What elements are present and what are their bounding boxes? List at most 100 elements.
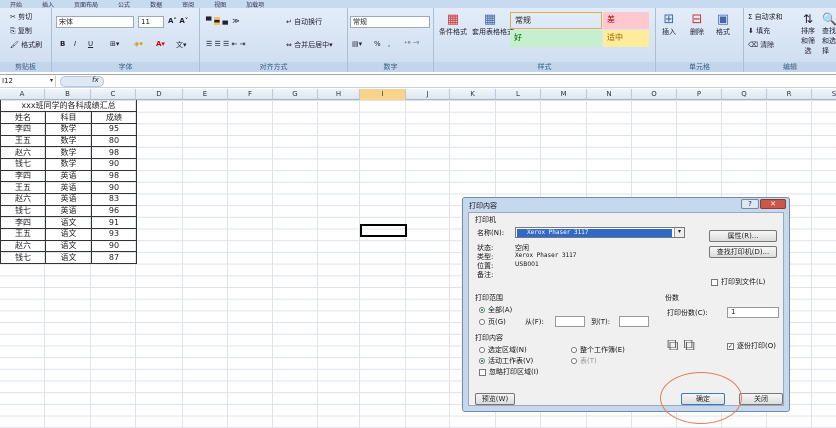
- name-cell[interactable]: 李四: [0, 169, 46, 183]
- print-to-file-checkbox[interactable]: 打印到文件(L): [711, 277, 765, 287]
- percent-button[interactable]: %: [374, 40, 381, 48]
- all-radio[interactable]: 全部(A): [479, 305, 512, 315]
- phonetic-icon[interactable]: 文▾: [176, 40, 187, 50]
- subject-cell[interactable]: 语文: [45, 228, 92, 241]
- score-cell[interactable]: 90: [91, 181, 137, 194]
- cancel-button[interactable]: 关闭: [739, 393, 783, 405]
- score-cell[interactable]: 90: [91, 157, 137, 171]
- name-cell[interactable]: 李四: [0, 216, 46, 230]
- sort-filter-button[interactable]: ⇅ 排序和筛选: [798, 12, 818, 56]
- score-cell[interactable]: 80: [91, 134, 137, 148]
- fill-button[interactable]: ⬇ 填充: [748, 26, 770, 36]
- score-cell[interactable]: 87: [91, 251, 137, 265]
- column-header-I[interactable]: I: [360, 89, 406, 100]
- column-header-J[interactable]: J: [406, 89, 450, 100]
- column-header-S[interactable]: S: [812, 89, 836, 100]
- fx-button[interactable]: fx: [92, 76, 99, 84]
- border-icon[interactable]: ⊞▾: [110, 40, 119, 48]
- table-radio[interactable]: 表(T): [571, 356, 597, 366]
- style-good[interactable]: 好: [510, 30, 602, 47]
- subject-cell[interactable]: 英语: [45, 193, 92, 206]
- score-cell[interactable]: 95: [91, 122, 137, 136]
- subject-cell[interactable]: 数学: [45, 122, 92, 136]
- column-header-L[interactable]: L: [496, 89, 541, 100]
- format-as-table-button[interactable]: ▦ 套用表格格式: [472, 12, 514, 37]
- find-select-button[interactable]: 🔍 查找和选择: [822, 12, 836, 56]
- align-horizontal-icons[interactable]: ☰ ☰ ☰ ⇤ ⇥: [206, 40, 245, 48]
- font-name-select[interactable]: 宋体: [56, 16, 134, 28]
- wrap-text-button[interactable]: ↵ 自动换行: [286, 17, 322, 27]
- active-cell[interactable]: [360, 224, 407, 237]
- style-bad[interactable]: 差: [603, 12, 649, 29]
- delete-cells-button[interactable]: ⊟ 删除: [690, 12, 704, 37]
- align-top-icons[interactable]: ▀ ▬ ▄ ≫: [206, 17, 240, 25]
- header-score[interactable]: 成绩: [91, 111, 137, 124]
- format-painter-button[interactable]: 🖌 格式刷: [10, 40, 42, 50]
- subject-cell[interactable]: 数学: [45, 134, 92, 148]
- subject-cell[interactable]: 数学: [45, 146, 92, 159]
- subject-cell[interactable]: 英语: [45, 204, 92, 218]
- copy-button[interactable]: ⎘ 复制: [10, 26, 32, 36]
- number-format-select[interactable]: 常规: [350, 16, 430, 28]
- subject-cell[interactable]: 语文: [45, 239, 92, 253]
- column-header-R[interactable]: R: [767, 89, 812, 100]
- score-cell[interactable]: 83: [91, 193, 137, 206]
- to-input[interactable]: [619, 316, 649, 327]
- column-header-A[interactable]: A: [0, 89, 45, 100]
- underline-button[interactable]: U: [88, 40, 93, 48]
- column-header-H[interactable]: H: [318, 89, 360, 100]
- name-cell[interactable]: 王五: [0, 134, 46, 148]
- column-header-K[interactable]: K: [450, 89, 496, 100]
- name-cell[interactable]: 王五: [0, 228, 46, 241]
- fill-color-icon[interactable]: ◈▾: [134, 40, 143, 48]
- selection-radio[interactable]: 选定区域(N): [479, 345, 527, 355]
- style-neutral[interactable]: 适中: [603, 30, 649, 47]
- header-subject[interactable]: 科目: [45, 111, 92, 124]
- formula-input[interactable]: [108, 76, 834, 87]
- autosum-button[interactable]: Σ 自动求和: [748, 12, 783, 22]
- column-header-M[interactable]: M: [541, 89, 587, 100]
- cut-button[interactable]: ✂ 剪切: [10, 12, 32, 22]
- table-title[interactable]: xxx班同学的各科成绩汇总: [0, 100, 137, 113]
- font-color-icon[interactable]: A▾: [156, 40, 165, 48]
- merge-center-button[interactable]: ⇔ 合并后居中▾: [286, 40, 333, 50]
- style-normal[interactable]: 常规: [510, 12, 602, 29]
- name-cell[interactable]: 钱七: [0, 204, 46, 218]
- properties-button[interactable]: 属性(R)...: [709, 230, 777, 242]
- insert-cells-button[interactable]: ⊞ 插入: [662, 12, 676, 37]
- help-button[interactable]: ?: [741, 199, 759, 209]
- decimal-icon[interactable]: ⁺⁰ ⁻⁰: [404, 40, 419, 48]
- header-name[interactable]: 姓名: [0, 111, 46, 124]
- score-cell[interactable]: 91: [91, 216, 137, 230]
- name-cell[interactable]: 赵六: [0, 193, 46, 206]
- column-header-B[interactable]: B: [45, 89, 91, 100]
- column-header-E[interactable]: E: [183, 89, 228, 100]
- name-cell[interactable]: 王五: [0, 181, 46, 194]
- subject-cell[interactable]: 英语: [45, 169, 92, 183]
- clear-button[interactable]: ⌫ 清除: [748, 40, 774, 50]
- score-cell[interactable]: 93: [91, 228, 137, 241]
- column-header-N[interactable]: N: [587, 89, 632, 100]
- name-cell[interactable]: 钱七: [0, 157, 46, 171]
- from-input[interactable]: [555, 316, 585, 327]
- collate-checkbox[interactable]: ✓ 逐份打印(O): [727, 341, 776, 351]
- find-printer-button[interactable]: 查找打印机(D)...: [709, 246, 777, 258]
- subject-cell[interactable]: 英语: [45, 181, 92, 194]
- score-cell[interactable]: 90: [91, 239, 137, 253]
- column-header-D[interactable]: D: [136, 89, 183, 100]
- preview-button[interactable]: 预览(W): [475, 393, 515, 405]
- score-cell[interactable]: 98: [91, 169, 137, 183]
- entire-workbook-radio[interactable]: 整个工作簿(E): [571, 345, 625, 355]
- format-cells-button[interactable]: ▣ 格式: [716, 12, 730, 37]
- dropdown-arrow-icon[interactable]: ▾: [674, 228, 684, 237]
- name-cell[interactable]: 钱七: [0, 251, 46, 265]
- font-size-select[interactable]: 11: [138, 16, 164, 28]
- copies-input[interactable]: 1: [727, 307, 779, 318]
- column-header-F[interactable]: F: [228, 89, 273, 100]
- name-box-dropdown-icon[interactable]: ▾: [50, 77, 53, 84]
- score-cell[interactable]: 96: [91, 204, 137, 218]
- column-header-G[interactable]: G: [273, 89, 318, 100]
- column-header-O[interactable]: O: [632, 89, 677, 100]
- printer-select[interactable]: Xerox Phaser 3117 ▾: [515, 227, 685, 238]
- subject-cell[interactable]: 语文: [45, 251, 92, 265]
